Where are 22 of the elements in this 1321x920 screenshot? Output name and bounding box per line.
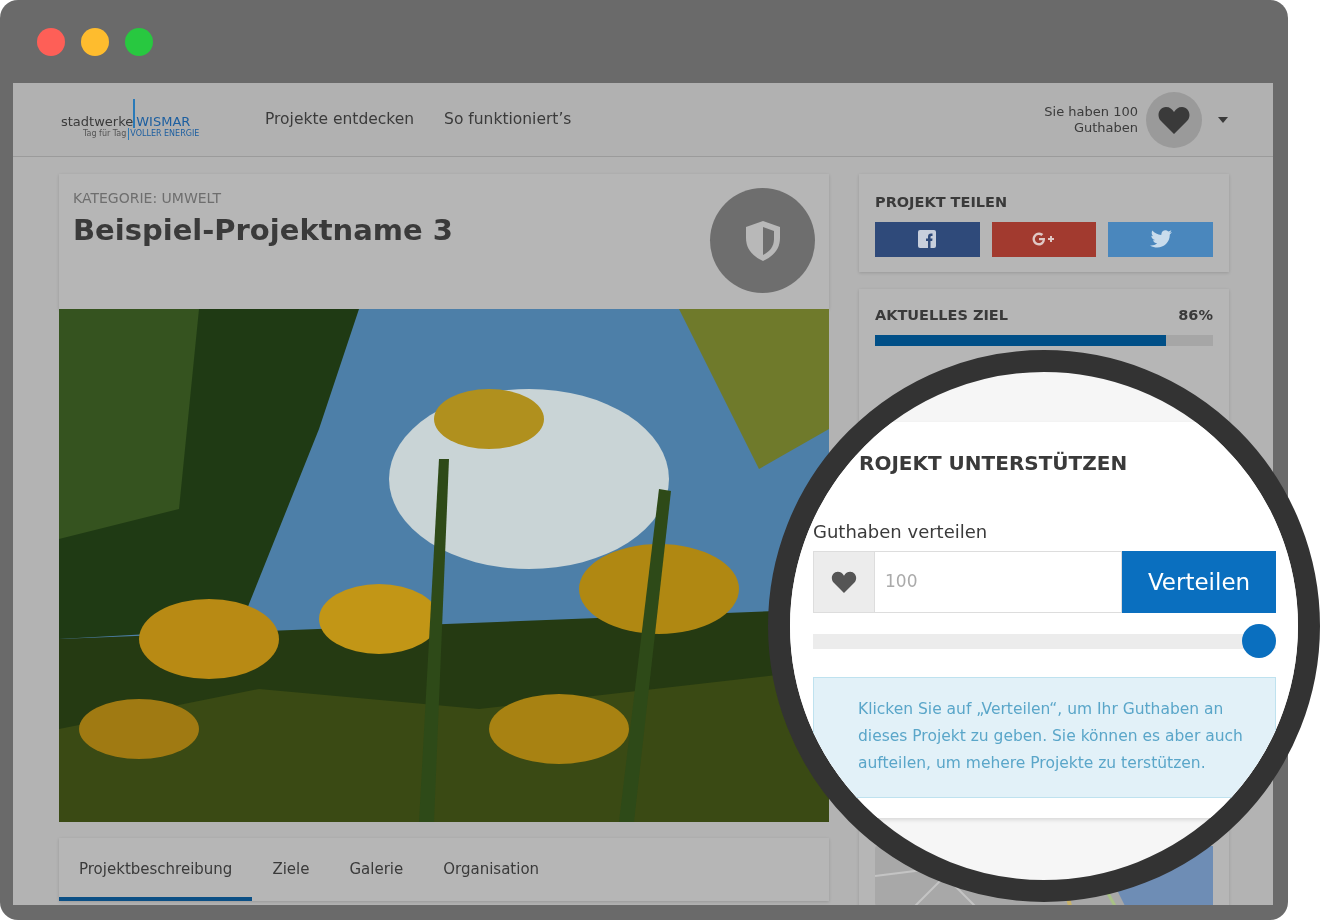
slogan-text: VOLLER ENERGIE (128, 128, 200, 140)
logo-text: stadtwerke (61, 115, 134, 128)
project-title: Beispiel-Projektname 3 (73, 212, 454, 249)
logo[interactable]: stadtwerke WISMAR Tag für Tag VOLLER ENERGIE (61, 99, 265, 140)
card-heading: AKTUELLES ZIEL (875, 305, 1008, 325)
category-label: KATEGORIE: UMWELT (73, 189, 222, 208)
info-text: Klicken Sie auf „Verteilen“, um Ihr Guthaben an dieses Projekt zu geben. Sie können es aber auch aufteilen, um mehere Projekte zu terstützen. (813, 677, 1276, 798)
nav-link[interactable]: So funktioniert’s (444, 107, 572, 132)
card-heading: PROJEKT TEILEN (875, 193, 1009, 212)
distribute-button[interactable]: Verteilen (1122, 551, 1276, 613)
tab[interactable]: Organisation (423, 846, 560, 901)
card-heading: ROJEKT UNTERSTÜTZEN (858, 450, 1129, 477)
field-label: Guthaben verteilen (813, 520, 989, 544)
tab[interactable]: Ziele (252, 846, 330, 901)
tab[interactable]: Galerie (329, 846, 424, 901)
amount-field[interactable]: 100 (875, 551, 1122, 613)
slogan-text: Tag für Tag (83, 128, 127, 140)
logo-text: WISMAR (133, 99, 191, 128)
tab[interactable]: Projektbeschreibung (59, 846, 253, 901)
balance-text: Sie haben 100 Guthaben (1044, 103, 1138, 136)
percent-text: 86% (1178, 305, 1213, 325)
nav-link[interactable]: Projekte entdecken (265, 107, 415, 132)
